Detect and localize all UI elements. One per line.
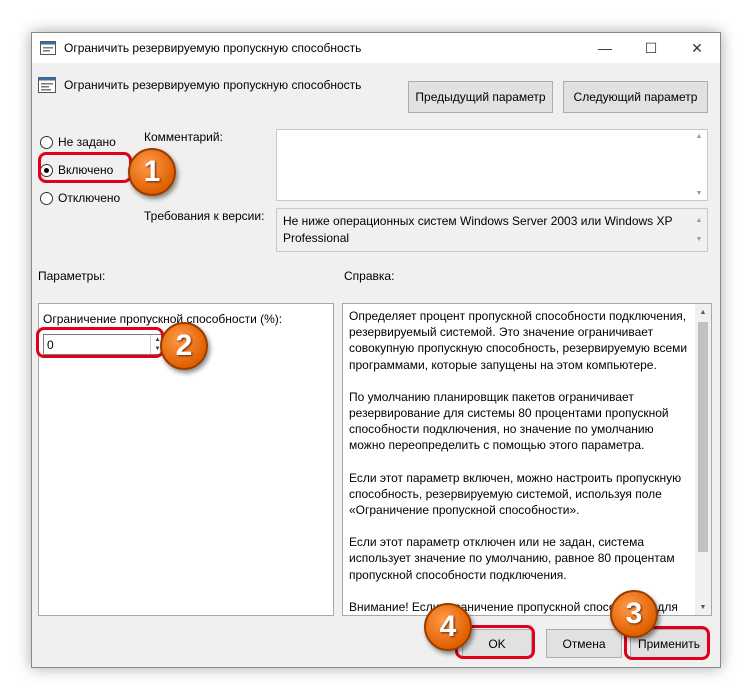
- help-paragraph: Определяет процент пропускной способност…: [349, 309, 688, 372]
- version-label: Требования к версии:: [144, 209, 265, 223]
- previous-setting-button[interactable]: Предыдущий параметр: [408, 81, 553, 113]
- step-badge-1: 1: [128, 148, 176, 196]
- help-paragraph: Если этот параметр включен, можно настро…: [349, 470, 682, 518]
- radio-circle[interactable]: [40, 191, 53, 205]
- scroll-up-icon[interactable]: ▲: [696, 133, 703, 140]
- comment-textarea[interactable]: ▲ ▼: [276, 129, 708, 201]
- help-paragraph: По умолчанию планировщик пакетов огранич…: [349, 389, 669, 453]
- help-scrollbar[interactable]: ▲ ▼: [695, 304, 711, 615]
- scroll-up-icon[interactable]: ▲: [696, 212, 703, 229]
- scroll-up-icon[interactable]: ▲: [695, 304, 711, 320]
- radio-label: Отключено: [58, 191, 121, 205]
- next-setting-button[interactable]: Следующий параметр: [563, 81, 708, 113]
- comment-label: Комментарий:: [144, 130, 223, 144]
- window-title: Ограничить резервируемую пропускную спос…: [64, 41, 362, 55]
- bandwidth-limit-label: Ограничение пропускной способности (%):: [43, 312, 283, 326]
- radio-label: Не задано: [58, 135, 116, 149]
- maximize-button[interactable]: ☐: [628, 33, 674, 63]
- help-panel: Определяет процент пропускной способност…: [342, 303, 712, 616]
- radio-disabled[interactable]: Отключено: [40, 191, 120, 205]
- scroll-down-icon[interactable]: ▼: [696, 190, 703, 197]
- close-button[interactable]: ✕: [674, 33, 720, 63]
- params-label: Параметры:: [38, 269, 106, 283]
- help-paragraph: Если этот параметр отключен или не задан…: [349, 535, 675, 582]
- scroll-down-icon[interactable]: ▼: [695, 599, 711, 615]
- version-field: Не ниже операционных систем Windows Serv…: [276, 208, 708, 252]
- highlight-bandwidth-field: [36, 327, 164, 358]
- policy-name: Ограничить резервируемую пропускную спос…: [64, 78, 362, 92]
- radio-circle[interactable]: [40, 135, 53, 149]
- scroll-thumb[interactable]: [698, 322, 708, 552]
- help-label: Справка:: [344, 269, 395, 283]
- radio-not-configured[interactable]: Не задано: [40, 135, 116, 149]
- step-badge-3: 3: [610, 590, 658, 638]
- step-badge-4: 4: [424, 603, 472, 651]
- policy-settings-icon: [40, 41, 56, 55]
- step-badge-2: 2: [160, 322, 208, 370]
- cancel-button[interactable]: Отмена: [546, 629, 622, 658]
- help-text: Определяет процент пропускной способност…: [349, 308, 691, 615]
- title-bar[interactable]: Ограничить резервируемую пропускную спос…: [32, 33, 720, 63]
- scroll-down-icon[interactable]: ▼: [696, 231, 703, 248]
- minimize-button[interactable]: —: [582, 33, 628, 63]
- version-text: Не ниже операционных систем Windows Serv…: [283, 214, 673, 245]
- policy-icon: [38, 77, 56, 93]
- highlight-enabled: [38, 152, 132, 183]
- comment-scrollbar[interactable]: ▲ ▼: [691, 130, 707, 200]
- version-scrollbar[interactable]: ▲ ▼: [691, 209, 707, 251]
